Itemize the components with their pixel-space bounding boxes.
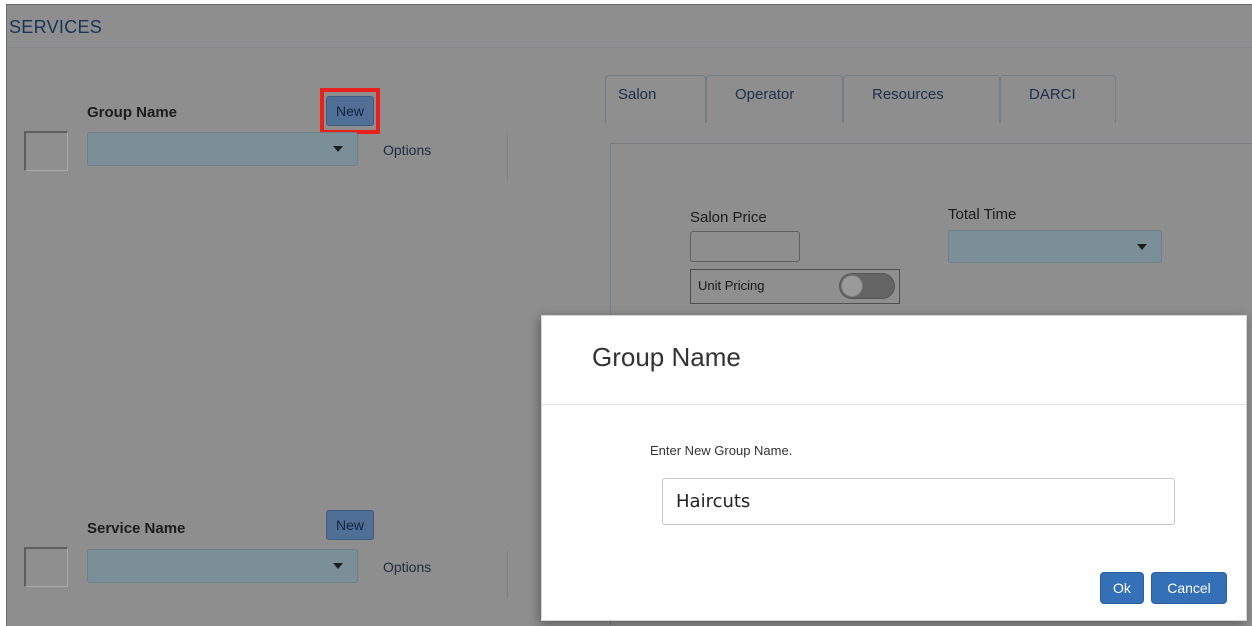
- chevron-down-icon: [333, 563, 343, 569]
- group-select-checkbox[interactable]: [24, 131, 68, 171]
- salon-price-input[interactable]: [690, 231, 800, 262]
- new-service-button[interactable]: New: [326, 510, 374, 540]
- unit-pricing-toggle[interactable]: [839, 273, 895, 299]
- service-options-link[interactable]: Options: [383, 559, 431, 575]
- service-name-label: Service Name: [87, 520, 186, 537]
- unit-pricing-field: Unit Pricing: [690, 269, 900, 304]
- total-time-dropdown[interactable]: [948, 230, 1162, 263]
- chevron-down-icon: [1137, 244, 1147, 250]
- page-title: SERVICES: [9, 17, 103, 37]
- tab-salon[interactable]: Salon: [605, 75, 706, 123]
- service-select-checkbox[interactable]: [24, 547, 68, 587]
- toggle-knob: [841, 275, 863, 297]
- tab-operator[interactable]: Operator: [706, 75, 843, 123]
- divider: [507, 550, 508, 598]
- dialog-prompt: Enter New Group Name.: [650, 443, 793, 458]
- group-name-dialog: Group Name Enter New Group Name. Ok Canc…: [541, 315, 1247, 621]
- salon-price-label: Salon Price: [690, 209, 767, 226]
- highlight-box: [320, 88, 380, 134]
- group-name-input[interactable]: [662, 478, 1175, 525]
- ok-button[interactable]: Ok: [1100, 572, 1144, 604]
- group-name-label: Group Name: [87, 104, 178, 121]
- group-name-dropdown[interactable]: [87, 132, 358, 166]
- page-header: SERVICES: [7, 5, 1252, 48]
- service-name-dropdown[interactable]: [87, 549, 358, 583]
- group-options-link[interactable]: Options: [383, 142, 431, 158]
- cancel-button[interactable]: Cancel: [1151, 572, 1227, 604]
- tab-resources[interactable]: Resources: [843, 75, 1000, 123]
- divider: [507, 133, 508, 181]
- dialog-header: Group Name: [542, 316, 1246, 405]
- tab-darci[interactable]: DARCI: [1000, 75, 1116, 123]
- chevron-down-icon: [333, 146, 343, 152]
- unit-pricing-label: Unit Pricing: [698, 278, 765, 293]
- total-time-label: Total Time: [948, 206, 1017, 223]
- dialog-title: Group Name: [592, 342, 741, 372]
